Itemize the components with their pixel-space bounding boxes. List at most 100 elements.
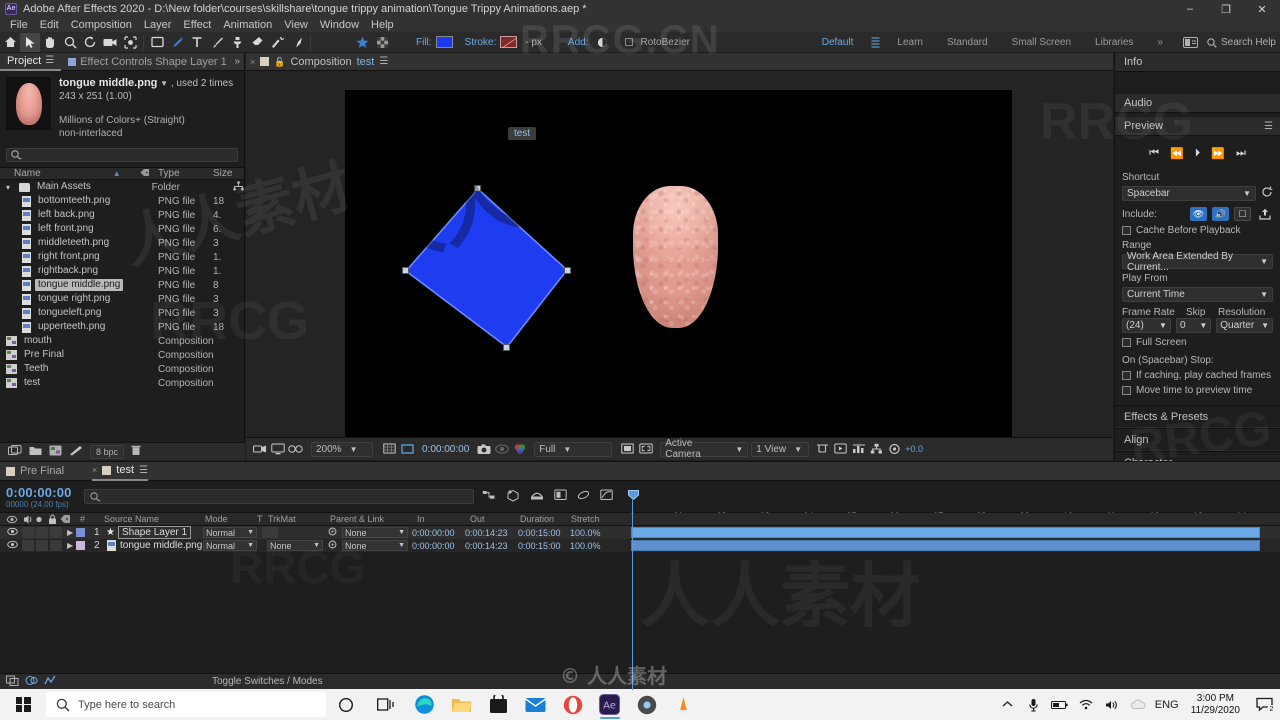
preview-panel-header[interactable]: Preview ☰ xyxy=(1115,117,1280,136)
include-video-icon[interactable]: 👁 xyxy=(1190,207,1207,221)
workspace-small-screen[interactable]: Small Screen xyxy=(1000,37,1083,48)
preview-resolution-dropdown[interactable]: Quarter ▼ xyxy=(1216,318,1273,333)
align-panel[interactable]: Align xyxy=(1115,428,1280,451)
layer-2-name[interactable]: tongue middle.png xyxy=(120,540,202,551)
taskbar-mail-icon[interactable] xyxy=(517,689,554,720)
timeline-graph-toggle-icon[interactable] xyxy=(44,675,57,688)
composition-canvas[interactable]: 人人素材 RRCG xyxy=(345,90,1012,440)
shape-handle-top[interactable] xyxy=(474,185,481,192)
composition-mini-flowchart-icon[interactable] xyxy=(482,489,496,505)
frame-rate-dropdown[interactable]: (24) ▼ xyxy=(1122,318,1171,333)
start-button[interactable] xyxy=(0,689,46,720)
star-shape-icon[interactable] xyxy=(352,33,372,52)
project-row[interactable]: rightback.png PNG file 1. xyxy=(0,264,244,278)
layer-1-mode-dropdown[interactable]: Normal ▼ xyxy=(203,527,257,538)
menu-effect[interactable]: Effect xyxy=(177,18,217,32)
last-frame-icon[interactable]: ⏭ xyxy=(1236,147,1246,160)
project-settings-icon[interactable] xyxy=(49,445,62,458)
layer-2-audio-toggle[interactable] xyxy=(22,540,34,551)
layer-2-duration-bar[interactable] xyxy=(631,540,1260,551)
pan-behind-tool-icon[interactable] xyxy=(120,33,140,52)
bit-depth-value[interactable]: 8 bpc xyxy=(90,444,125,459)
cached-frames-row[interactable]: If caching, play cached frames xyxy=(1122,370,1273,381)
layer-1-parent-dropdown[interactable]: None ▼ xyxy=(342,527,408,538)
resolution-dropdown[interactable]: Full ▼ xyxy=(534,441,613,457)
layer-2-visibility-icon[interactable] xyxy=(7,540,18,551)
grid-guides-icon[interactable] xyxy=(382,442,397,457)
pen-tool-icon[interactable] xyxy=(167,33,187,52)
taskbar-store-icon[interactable] xyxy=(480,689,517,720)
comp-flowchart-icon[interactable] xyxy=(869,442,884,457)
layer-1-duration[interactable]: 0:00:15:00 xyxy=(518,528,561,538)
menu-composition[interactable]: Composition xyxy=(65,18,138,32)
info-panel-header[interactable]: Info xyxy=(1115,53,1280,72)
project-row[interactable]: left back.png PNG file 4. xyxy=(0,208,244,222)
eraser-tool-icon[interactable] xyxy=(247,33,267,52)
layer-1-stretch[interactable]: 100.0% xyxy=(570,528,601,538)
draft-3d-icon[interactable] xyxy=(506,489,520,505)
taskbar-opera-icon[interactable] xyxy=(554,689,591,720)
cortana-icon[interactable] xyxy=(326,689,366,720)
move-time-row[interactable]: Move time to preview time xyxy=(1122,385,1273,396)
taskbar-clock[interactable]: 3:00 PM 11/29/2020 xyxy=(1183,693,1248,717)
composition-mini-tab[interactable]: test xyxy=(508,127,537,140)
roto-brush-icon[interactable] xyxy=(267,33,287,52)
minimize-button[interactable]: – xyxy=(1172,0,1208,18)
toggle-switches-modes-label[interactable]: Toggle Switches / Modes xyxy=(212,676,323,687)
audio-panel-header[interactable]: Audio xyxy=(1115,94,1280,113)
3d-glasses-icon[interactable] xyxy=(288,442,303,457)
project-row[interactable]: upperteeth.png PNG file 18 xyxy=(0,320,244,334)
menu-window[interactable]: Window xyxy=(314,18,365,32)
notification-center-icon[interactable]: 2 xyxy=(1248,689,1280,720)
tongue-middle-image[interactable] xyxy=(633,186,718,328)
workspace-layout-icon[interactable] xyxy=(1181,33,1201,52)
show-snapshot-icon[interactable] xyxy=(494,442,509,457)
folder-share-icon[interactable] xyxy=(233,180,244,194)
layer-1-expand-arrow[interactable]: ▶ xyxy=(67,528,73,537)
wifi-icon[interactable] xyxy=(1073,689,1099,720)
layer-switches-toggle-icon[interactable] xyxy=(6,675,19,688)
layer-2-parent-dropdown[interactable]: None ▼ xyxy=(342,540,408,551)
taskbar-search-input[interactable]: Type here to search xyxy=(46,692,326,717)
motion-blur-icon[interactable] xyxy=(577,489,590,505)
include-audio-icon[interactable]: 🔊 xyxy=(1212,207,1229,221)
timeline-tab-close-icon[interactable]: × xyxy=(92,465,97,475)
preview-panel-menu-icon[interactable]: ☰ xyxy=(1264,121,1273,132)
clone-stamp-icon[interactable] xyxy=(227,33,247,52)
tab-effect-controls[interactable]: Effect Controls Shape Layer 1 xyxy=(61,53,234,71)
layer-1-name[interactable]: Shape Layer 1 xyxy=(118,526,192,539)
menu-file[interactable]: File xyxy=(4,18,34,32)
new-folder-icon[interactable] xyxy=(29,445,42,458)
shape-tool-icon[interactable] xyxy=(147,33,167,52)
taskbar-chrome-icon[interactable] xyxy=(628,689,665,720)
shape-layer-1-object[interactable] xyxy=(402,185,574,351)
lock-icon[interactable]: 🔓 xyxy=(274,53,285,71)
workspace-learn[interactable]: Learn xyxy=(885,37,935,48)
move-time-checkbox[interactable] xyxy=(1122,386,1131,395)
fast-previews-icon[interactable] xyxy=(833,442,848,457)
monitor-icon[interactable] xyxy=(270,442,285,457)
graph-editor-icon[interactable] xyxy=(600,489,613,505)
layer-2-mode-dropdown[interactable]: Normal ▼ xyxy=(203,540,257,551)
reset-exposure-icon[interactable] xyxy=(887,442,902,457)
tab-project[interactable]: Project ☰ xyxy=(0,53,62,71)
composition-panel-menu-icon[interactable]: ☰ xyxy=(379,53,388,71)
effects-presets-panel[interactable]: Effects & Presets xyxy=(1115,405,1280,428)
first-frame-icon[interactable]: ⏮ xyxy=(1149,147,1159,160)
shape-handle-left[interactable] xyxy=(402,267,409,274)
workspace-menu-icon[interactable] xyxy=(865,33,885,52)
region-of-interest-icon[interactable] xyxy=(400,442,415,457)
transfer-controls-toggle-icon[interactable] xyxy=(25,675,38,688)
skip-dropdown[interactable]: 0 ▼ xyxy=(1175,318,1212,333)
onedrive-icon[interactable] xyxy=(1125,689,1151,720)
hide-shy-layers-icon[interactable] xyxy=(530,489,544,505)
asset-dropdown-icon[interactable]: ▼ xyxy=(160,79,168,88)
stroke-width-value[interactable]: - px xyxy=(525,37,542,48)
project-row[interactable]: right front.png PNG file 1. xyxy=(0,250,244,264)
project-row[interactable]: Pre Final Composition xyxy=(0,348,244,362)
stroke-color-swatch[interactable] xyxy=(500,36,518,48)
project-row[interactable]: left front.png PNG file 6. xyxy=(0,222,244,236)
play-icon[interactable]: ⏵ xyxy=(1195,147,1201,160)
mask-view-icon[interactable] xyxy=(638,442,653,457)
include-overlays-icon[interactable]: ☐ xyxy=(1234,207,1251,221)
